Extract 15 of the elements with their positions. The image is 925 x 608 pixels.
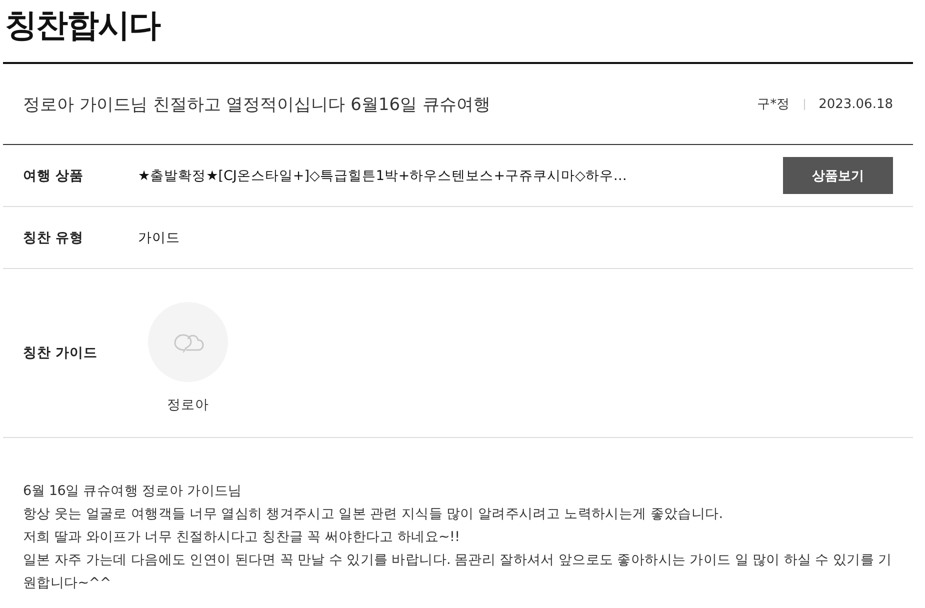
field-value: 가이드 (138, 228, 181, 246)
post-title: 정로아 가이드님 친절하고 열정적이십니다 6월16일 큐슈여행 (23, 94, 492, 116)
view-product-button[interactable]: 상품보기 (783, 157, 893, 194)
product-name: ★출발확정★[CJ온스타일+]◇특급힐튼1박+하우스텐보스+구쥬쿠시마◇하우… (138, 166, 628, 184)
field-label: 칭찬 가이드 (23, 344, 99, 362)
body-text: 저희 딸과 와이프가 너무 친절하시다고 칭찬글 꼭 써야한다고 하네요~!! (23, 528, 461, 547)
body-text: 항상 웃는 얼굴로 여행객들 너무 열심히 챙겨주시고 일본 관련 지식들 많이 알려주시려고 노력하시는게 좋았습니다. (23, 505, 724, 524)
page-title: 칭찬합시다 (4, 5, 162, 46)
body-text: 일본 자주 가는데 다음에도 인연이 된다면 꼭 만날 수 있기를 바랍니다. 몸관리 잘하셔서 앞으로도 좋아하시는 가이드 일 많이 하실 수 있기를 기원합니다~^^ (23, 551, 893, 593)
body-text: 6월 16일 큐슈여행 정로아 가이드님 (23, 482, 243, 501)
post-date: 2023.06.18 (818, 96, 893, 112)
field-label: 칭찬 유형 (23, 228, 85, 246)
field-label: 여행 상품 (23, 166, 85, 184)
author-name: 구*정 (757, 96, 790, 113)
guide-name: 정로아 (167, 396, 209, 414)
